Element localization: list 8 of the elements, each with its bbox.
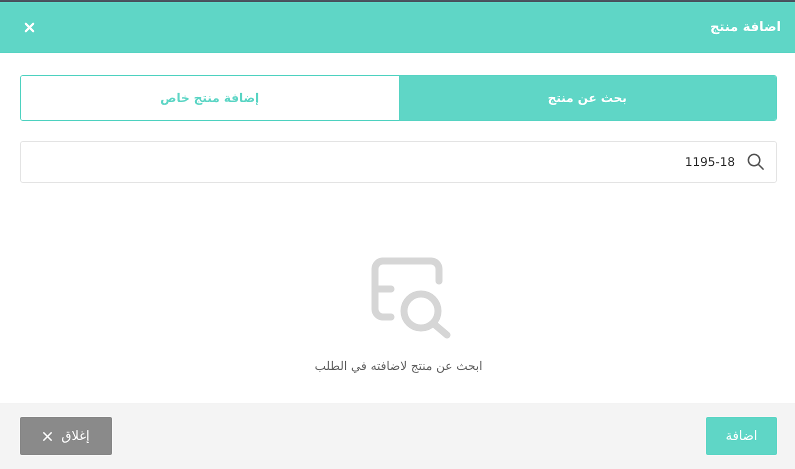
close-button[interactable]: إغلاق bbox=[20, 417, 112, 455]
dialog-title: اضافة منتج bbox=[710, 20, 781, 35]
add-button[interactable]: اضافة bbox=[706, 417, 777, 455]
close-icon[interactable] bbox=[24, 22, 35, 33]
close-icon bbox=[42, 430, 54, 442]
search-field[interactable]: 1195-18 bbox=[20, 141, 777, 183]
empty-state-message: ابحث عن منتج لاضافته في الطلب bbox=[314, 359, 482, 373]
tab[interactable]: بحث عن منتج bbox=[398, 76, 776, 120]
